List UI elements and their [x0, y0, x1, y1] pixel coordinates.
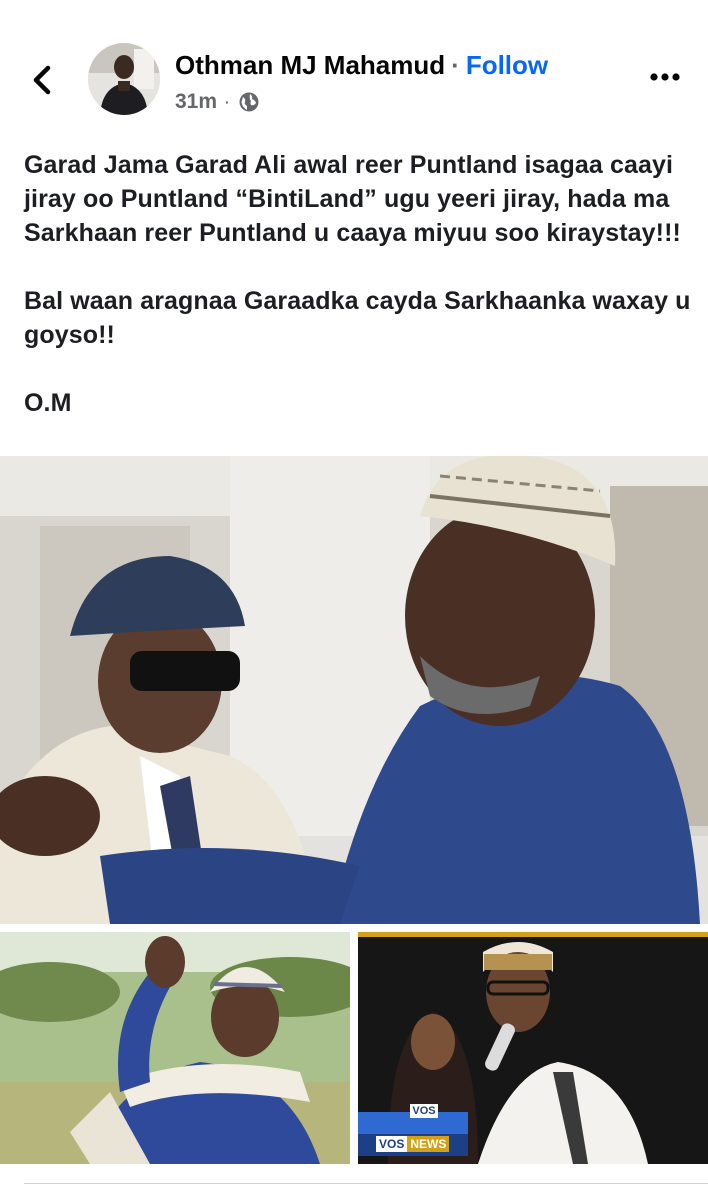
- photo-two-men-greeting: [0, 456, 708, 924]
- meta-separator: ·: [225, 94, 230, 110]
- avatar[interactable]: [88, 43, 160, 115]
- news-logo-top-text: VOS: [412, 1105, 436, 1117]
- author-name[interactable]: Othman MJ Mahamud: [175, 50, 445, 80]
- photo-man-waving: [0, 932, 350, 1164]
- more-horizontal-icon: [650, 73, 680, 81]
- post-photo-main[interactable]: [0, 456, 708, 924]
- news-ticker-logo: VOS NEWS: [376, 1136, 450, 1152]
- separator-dot: ·: [451, 50, 460, 80]
- globe-icon[interactable]: [238, 91, 260, 113]
- author-line: Othman MJ Mahamud · Follow: [175, 50, 548, 81]
- post-text: Garad Jama Garad Ali awal reer Puntland …: [24, 148, 694, 454]
- more-options-button[interactable]: [648, 62, 682, 92]
- news-logo-word: NEWS: [407, 1136, 450, 1152]
- post-photo-secondary[interactable]: [0, 932, 350, 1164]
- chevron-left-icon: [33, 65, 51, 95]
- timestamp[interactable]: 31m: [175, 90, 217, 114]
- post-paragraph: Bal waan aragnaa Garaadka cayda Sarkhaan…: [24, 287, 691, 349]
- post-photo-tertiary[interactable]: VOS VOS NEWS: [358, 932, 708, 1164]
- post-paragraph: Garad Jama Garad Ali awal reer Puntland …: [24, 151, 681, 247]
- back-button[interactable]: [28, 60, 58, 100]
- divider: [24, 1183, 708, 1184]
- post-meta: 31m ·: [175, 90, 260, 114]
- follow-button[interactable]: Follow: [466, 50, 548, 80]
- photo-speaker-microphone: [358, 932, 708, 1164]
- post-signature: O.M: [24, 389, 72, 417]
- post-header: Othman MJ Mahamud · Follow 31m ·: [0, 0, 708, 140]
- news-logo: VOS: [410, 1104, 438, 1118]
- news-logo-bottom-text: VOS: [376, 1136, 408, 1152]
